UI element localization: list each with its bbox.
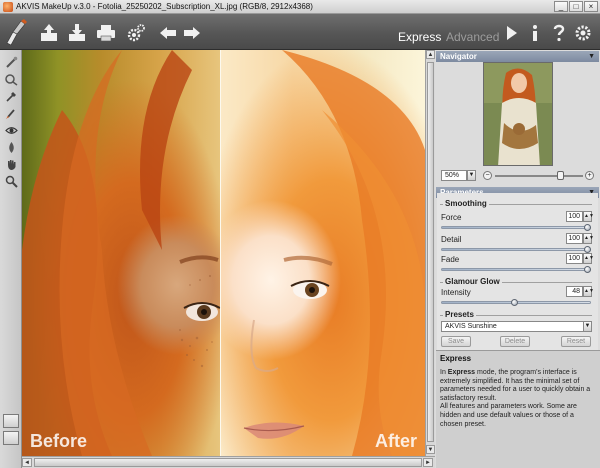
vertical-scroll-thumb[interactable]	[427, 62, 434, 442]
force-label: Force	[441, 213, 462, 222]
intensity-value-field[interactable]: 48	[566, 286, 583, 297]
image-canvas[interactable]: Before After	[22, 50, 425, 456]
smoothing-group-label: Smoothing	[443, 199, 489, 208]
run-play-icon[interactable]	[500, 22, 522, 44]
preset-select[interactable]: AKVIS Sunshine	[441, 321, 591, 332]
info-icon[interactable]	[524, 22, 546, 44]
before-after-divider[interactable]	[220, 50, 221, 456]
scroll-down-arrow-icon[interactable]: ▼	[426, 445, 435, 454]
close-button[interactable]: ×	[584, 1, 598, 12]
scroll-up-arrow-icon[interactable]: ▲	[426, 50, 435, 59]
zoom-value-field[interactable]: 50%	[441, 170, 467, 181]
advanced-mode-tab[interactable]: Advanced	[446, 30, 499, 44]
canvas-vertical-scrollbar[interactable]: ▲ ▼	[425, 50, 435, 456]
glamour-glow-group-label: Glamour Glow	[443, 277, 502, 286]
preferences-gear-icon[interactable]	[572, 22, 594, 44]
info-text-second: All features and parameters work. Some a…	[440, 403, 577, 428]
canvas-horizontal-scrollbar[interactable]: ◄ ►	[22, 456, 435, 468]
print-icon[interactable]	[95, 22, 117, 44]
detail-value-field[interactable]: 100	[566, 233, 583, 244]
navigator-title: Navigator	[440, 52, 477, 61]
single-view-toggle-icon[interactable]	[3, 414, 19, 428]
before-label: Before	[30, 431, 88, 451]
force-value-field[interactable]: 100	[566, 211, 583, 222]
zoom-in-plus-icon[interactable]: +	[585, 171, 594, 180]
settings-cog-icon[interactable]	[125, 22, 147, 44]
help-question-icon[interactable]	[548, 22, 570, 44]
maximize-button[interactable]: □	[569, 1, 583, 12]
fade-slider-handle[interactable]	[584, 266, 591, 273]
split-view-toggle-icon[interactable]	[3, 431, 19, 445]
navigator-thumbnail[interactable]	[483, 62, 553, 166]
presets-group-label: Presets	[443, 310, 476, 319]
navigator-preview-image	[484, 63, 552, 165]
fade-slider-track[interactable]	[441, 268, 591, 271]
portrait-illustration	[22, 50, 425, 456]
zoom-slider-track[interactable]	[495, 175, 583, 177]
intensity-slider-handle[interactable]	[511, 299, 518, 306]
app-icon	[3, 1, 13, 12]
eye-icon[interactable]	[3, 122, 19, 138]
stroke-tool-icon[interactable]	[3, 54, 19, 70]
scroll-right-arrow-icon[interactable]: ►	[423, 458, 433, 467]
info-text-prefix: In	[440, 369, 448, 376]
info-title: Express	[440, 354, 472, 363]
minimize-button[interactable]: _	[554, 1, 568, 12]
brush-icon[interactable]	[3, 105, 19, 121]
info-text: In Express mode, the program's interface…	[440, 369, 596, 429]
detail-slider-handle[interactable]	[584, 246, 591, 253]
right-panel: Navigator ▼ 50% ▼ − + Parameters ▼ Smoot…	[435, 50, 600, 468]
eyedropper-icon[interactable]	[3, 88, 19, 104]
save-file-icon[interactable]	[66, 22, 88, 44]
zoom-magnifier-icon[interactable]	[3, 173, 19, 189]
akvis-makeup-logo-icon	[4, 18, 28, 46]
magic-brush-icon[interactable]	[3, 71, 19, 87]
zoom-slider-handle[interactable]	[557, 171, 564, 180]
fade-value-field[interactable]: 100	[566, 253, 583, 264]
scroll-left-arrow-icon[interactable]: ◄	[22, 458, 32, 467]
intensity-spinner-icon[interactable]: ▲▼	[583, 286, 594, 297]
detail-label: Detail	[441, 235, 462, 244]
preset-dropdown-arrow-icon[interactable]: ▼	[583, 321, 592, 332]
detail-slider-track[interactable]	[441, 248, 591, 251]
help-info-panel: Express In Express mode, the program's i…	[436, 350, 600, 468]
horizontal-scroll-thumb[interactable]	[34, 458, 422, 467]
left-tool-panel	[0, 50, 22, 468]
window-title: AKVIS MakeUp v.3.0 - Fotolia_25250202_Su…	[16, 2, 313, 11]
info-text-bold: Express	[447, 369, 476, 376]
navigator-zoom-row: 50% ▼ − +	[439, 170, 597, 182]
force-slider-handle[interactable]	[584, 224, 591, 231]
force-slider-track[interactable]	[441, 226, 591, 229]
reset-preset-button[interactable]: Reset	[561, 336, 591, 347]
fade-spinner-icon[interactable]: ▲▼	[583, 253, 594, 264]
hand-tool-icon[interactable]	[3, 156, 19, 172]
undo-arrow-icon[interactable]	[157, 22, 179, 44]
main-toolbar: Express Advanced	[0, 14, 600, 50]
redo-arrow-icon[interactable]	[181, 22, 203, 44]
drop-icon[interactable]	[3, 139, 19, 155]
navigator-header[interactable]: Navigator ▼	[436, 51, 599, 62]
force-spinner-icon[interactable]: ▲▼	[583, 211, 594, 222]
collapse-triangle-icon[interactable]: ▼	[588, 51, 595, 62]
open-file-icon[interactable]	[38, 22, 60, 44]
zoom-out-minus-icon[interactable]: −	[483, 171, 492, 180]
delete-preset-button[interactable]: Delete	[500, 336, 530, 347]
fade-label: Fade	[441, 255, 460, 264]
express-mode-tab[interactable]: Express	[398, 30, 441, 44]
zoom-dropdown-arrow-icon[interactable]: ▼	[467, 170, 476, 181]
after-label: After	[374, 431, 417, 451]
detail-spinner-icon[interactable]: ▲▼	[583, 233, 594, 244]
title-bar: AKVIS MakeUp v.3.0 - Fotolia_25250202_Su…	[0, 0, 600, 14]
window-controls: _ □ ×	[554, 1, 598, 12]
save-preset-button[interactable]: Save	[441, 336, 471, 347]
intensity-label: Intensity	[441, 288, 471, 297]
